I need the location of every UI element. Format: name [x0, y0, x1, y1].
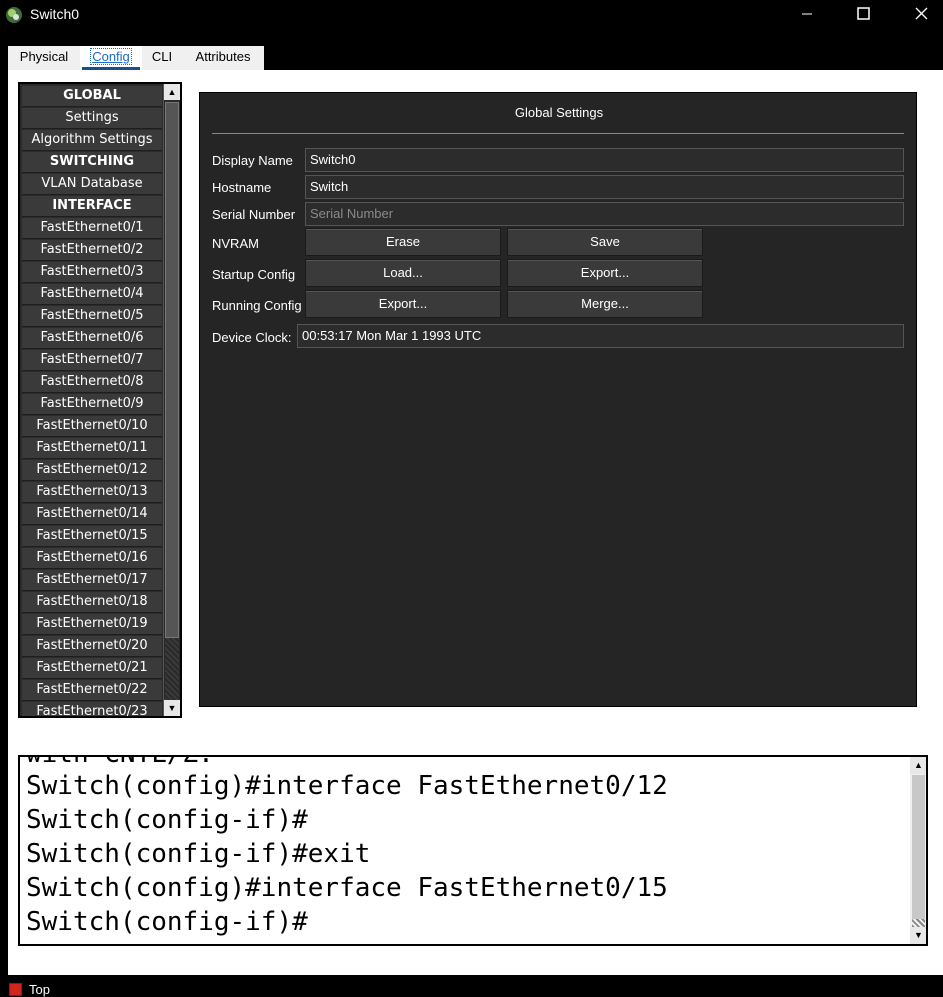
nav-item-fastethernet0-10[interactable]: FastEthernet0/10 [22, 416, 162, 437]
nav-item-fastethernet0-3[interactable]: FastEthernet0/3 [22, 262, 162, 283]
maximize-icon [857, 7, 870, 20]
startup-export-button[interactable]: Export... [507, 259, 703, 287]
nav-item-fastethernet0-23[interactable]: FastEthernet0/23 [22, 702, 162, 716]
nav-item-fastethernet0-16[interactable]: FastEthernet0/16 [22, 548, 162, 569]
nav-item-fastethernet0-6[interactable]: FastEthernet0/6 [22, 328, 162, 349]
scroll-up-arrow-icon[interactable]: ▲ [164, 84, 180, 100]
console-line: Switch(config)#interface FastEthernet0/1… [26, 771, 668, 801]
config-nav-list: GLOBAL Settings Algorithm Settings SWITCHIN… [18, 82, 182, 718]
maximize-button[interactable] [840, 0, 886, 30]
close-icon [915, 7, 928, 20]
nav-item-fastethernet0-13[interactable]: FastEthernet0/13 [22, 482, 162, 503]
nav-item-fastethernet0-19[interactable]: FastEthernet0/19 [22, 614, 162, 635]
nav-scroll-thumb[interactable] [165, 102, 179, 638]
merge-button[interactable]: Merge... [507, 290, 703, 318]
minimize-icon [802, 13, 812, 15]
console-scrollbar[interactable]: ▲ ▼ [910, 757, 926, 944]
serial-number-label: Serial Number [212, 207, 296, 222]
status-bar [0, 975, 943, 997]
top-label: Top [29, 982, 50, 997]
nav-item-fastethernet0-22[interactable]: FastEthernet0/22 [22, 680, 162, 701]
close-button[interactable] [898, 0, 943, 30]
nav-item-fastethernet0-7[interactable]: FastEthernet0/7 [22, 350, 162, 371]
top-checkbox[interactable] [9, 983, 22, 996]
hostname-label: Hostname [212, 180, 272, 195]
nav-item-fastethernet0-15[interactable]: FastEthernet0/15 [22, 526, 162, 547]
nav-item-settings[interactable]: Settings [22, 108, 162, 129]
nav-item-fastethernet0-17[interactable]: FastEthernet0/17 [22, 570, 162, 591]
nav-item-fastethernet0-2[interactable]: FastEthernet0/2 [22, 240, 162, 261]
tab-cli[interactable]: CLI [142, 46, 182, 70]
nav-scrollbar[interactable]: ▲ ▼ [163, 84, 180, 716]
erase-button[interactable]: Erase [305, 228, 501, 256]
nav-item-fastethernet0-11[interactable]: FastEthernet0/11 [22, 438, 162, 459]
nav-item-fastethernet0-5[interactable]: FastEthernet0/5 [22, 306, 162, 327]
display-name-field[interactable]: Switch0 [305, 148, 904, 172]
panel-divider [212, 133, 904, 134]
nav-item-fastethernet0-18[interactable]: FastEthernet0/18 [22, 592, 162, 613]
tab-config-label: Config [90, 48, 132, 65]
nav-item-fastethernet0-1[interactable]: FastEthernet0/1 [22, 218, 162, 239]
device-clock-field: 00:53:17 Mon Mar 1 1993 UTC [297, 324, 904, 348]
console-scroll-track[interactable] [912, 919, 925, 927]
title-bar: Switch0 [0, 0, 943, 34]
display-name-label: Display Name [212, 153, 293, 168]
nvram-label: NVRAM [212, 236, 259, 251]
running-export-button[interactable]: Export... [305, 290, 501, 318]
nav-header-switching: SWITCHING [22, 152, 162, 173]
scroll-down-arrow-icon[interactable]: ▼ [910, 927, 926, 944]
nav-header-global: GLOBAL [22, 86, 162, 107]
console-line: Switch(config)#interface FastEthernet0/1… [26, 873, 668, 903]
startup-config-label: Startup Config [212, 267, 296, 282]
tab-bar: Physical Config CLI Attributes [0, 34, 943, 70]
nav-item-fastethernet0-21[interactable]: FastEthernet0/21 [22, 658, 162, 679]
console-line: with CNTL/Z. [26, 757, 214, 769]
cli-console[interactable]: with CNTL/Z. Switch(config)#interface Fa… [18, 755, 928, 946]
nav-item-fastethernet0-20[interactable]: FastEthernet0/20 [22, 636, 162, 657]
console-scroll-thumb[interactable] [912, 775, 925, 919]
nav-item-fastethernet0-9[interactable]: FastEthernet0/9 [22, 394, 162, 415]
tab-physical[interactable]: Physical [8, 46, 80, 70]
console-line: Switch(config-if)#exit [26, 839, 371, 869]
nav-item-fastethernet0-12[interactable]: FastEthernet0/12 [22, 460, 162, 481]
minimize-button[interactable] [784, 0, 830, 30]
console-line: Switch(config-if)# [26, 907, 308, 937]
nav-item-vlan-database[interactable]: VLAN Database [22, 174, 162, 195]
window-title: Switch0 [30, 6, 80, 22]
nav-item-fastethernet0-8[interactable]: FastEthernet0/8 [22, 372, 162, 393]
nav-item-fastethernet0-4[interactable]: FastEthernet0/4 [22, 284, 162, 305]
serial-number-field[interactable]: Serial Number [305, 202, 904, 226]
tab-attributes[interactable]: Attributes [182, 46, 264, 70]
app-icon [6, 7, 22, 23]
save-button[interactable]: Save [507, 228, 703, 256]
load-button[interactable]: Load... [305, 259, 501, 287]
running-config-label: Running Config [212, 298, 302, 313]
global-settings-panel: Global Settings Display Name Switch0 Hos… [199, 92, 917, 707]
panel-title: Global Settings [514, 105, 604, 120]
nav-item-fastethernet0-14[interactable]: FastEthernet0/14 [22, 504, 162, 525]
console-line: Switch(config-if)# [26, 805, 308, 835]
nav-header-interface: INTERFACE [22, 196, 162, 217]
scroll-up-arrow-icon[interactable]: ▲ [910, 757, 926, 774]
nav-scroll-track[interactable] [165, 638, 179, 700]
device-clock-label: Device Clock: [212, 330, 292, 345]
scroll-down-arrow-icon[interactable]: ▼ [164, 700, 180, 716]
hostname-field[interactable]: Switch [305, 175, 904, 199]
nav-item-algorithm-settings[interactable]: Algorithm Settings [22, 130, 162, 151]
